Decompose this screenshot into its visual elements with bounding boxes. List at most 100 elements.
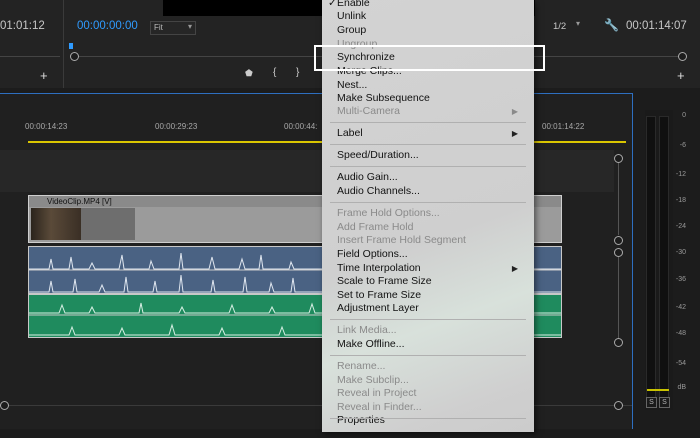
db-unit: dB (677, 384, 686, 391)
track-scroll-knob[interactable] (614, 338, 623, 347)
db-mark: -24 (675, 223, 686, 230)
fit-dropdown[interactable]: Fit ▾ (150, 21, 196, 35)
solo-button-right[interactable]: S (659, 397, 670, 408)
zoom-handle-left[interactable] (70, 52, 79, 61)
wrench-icon[interactable]: 🔧 (604, 18, 619, 32)
menu-item-label: Set to Frame Size (337, 289, 422, 301)
db-mark: -42 (675, 304, 686, 311)
db-mark: -48 (675, 330, 686, 337)
menu-item-time-interpolation[interactable]: Time Interpolation ▶ (337, 262, 527, 275)
menu-item-label: Make Subclip... (337, 374, 409, 386)
menu-separator (330, 418, 526, 419)
track-scroll-knob[interactable] (614, 236, 623, 245)
menu-item-group[interactable]: Group (337, 24, 527, 37)
menu-item-label: Insert Frame Hold Segment (337, 234, 466, 246)
menu-item-label: Enable (337, 0, 370, 9)
chevron-down-icon[interactable]: ▾ (576, 19, 580, 28)
menu-item-audio-gain[interactable]: Audio Gain... (337, 171, 527, 184)
menu-item-adjustment-layer[interactable]: Adjustment Layer (337, 302, 527, 315)
menu-item-label: Multi-Camera (337, 105, 401, 117)
ruler-label: 00:00:44: (284, 122, 318, 131)
submenu-arrow-icon: ▶ (511, 107, 518, 116)
meter-bar-right (659, 116, 669, 398)
submenu-arrow-icon: ▶ (511, 129, 518, 138)
scrub-track[interactable] (70, 56, 322, 57)
playhead-marker[interactable] (69, 43, 73, 49)
scrub-track-left[interactable] (0, 56, 60, 57)
clip-thumbnail (31, 208, 81, 240)
menu-item-set-to-frame-size[interactable]: Set to Frame Size (337, 289, 527, 302)
menu-separator (330, 144, 526, 145)
program-timecode-right: 00:01:14:07 (626, 20, 687, 32)
menu-item-field-options[interactable]: Field Options... (337, 248, 527, 261)
menu-item-label[interactable]: Label ▶ (337, 127, 527, 140)
db-mark: 0 (682, 112, 686, 119)
track-scroll-knob[interactable] (614, 248, 623, 257)
menu-item-label: Rename... (337, 360, 386, 372)
menu-item-label: Scale to Frame Size (337, 275, 432, 287)
menu-item-insert-frame-hold-segment: Insert Frame Hold Segment (337, 234, 527, 247)
vertical-scrollbar[interactable] (618, 163, 619, 235)
menu-item-add-frame-hold: Add Frame Hold (337, 221, 527, 234)
clip-thumbnail (81, 208, 135, 240)
panel-divider (63, 0, 64, 88)
menu-item-label: Field Options... (337, 248, 408, 260)
marker-icon[interactable]: ⬟ (245, 68, 253, 79)
menu-item-properties[interactable]: Properties (337, 414, 527, 427)
add-button-icon[interactable]: + (677, 68, 685, 83)
menu-item-label: Link Media... (337, 324, 397, 336)
meter-level (647, 389, 669, 391)
menu-item-enable[interactable]: ✓ Enable (328, 0, 527, 10)
menu-separator (330, 355, 526, 356)
resolution-dropdown[interactable]: 1/2 (553, 21, 566, 32)
program-timecode-left: 01:01:12 (0, 20, 45, 32)
menu-item-make-subclip: Make Subclip... (337, 374, 527, 387)
ruler-label: 00:01:14:22 (542, 122, 585, 131)
menu-item-label: Audio Gain... (337, 171, 398, 183)
ruler-label: 00:00:14:23 (25, 122, 68, 131)
menu-item-label: Reveal in Finder... (337, 401, 422, 413)
hscroll-knob-right[interactable] (614, 401, 623, 410)
menu-item-label: Group (337, 24, 367, 36)
submenu-arrow-icon: ▶ (511, 264, 518, 273)
menu-item-label: Reveal in Project (337, 387, 417, 399)
menu-item-reveal-in-finder: Reveal in Finder... (337, 401, 527, 414)
scrub-track-right[interactable] (534, 56, 679, 57)
menu-item-reveal-in-project: Reveal in Project (337, 387, 527, 400)
menu-item-make-offline[interactable]: Make Offline... (337, 338, 527, 351)
menu-item-label: Add Frame Hold (337, 221, 414, 233)
menu-item-scale-to-frame-size[interactable]: Scale to Frame Size (337, 275, 527, 288)
menu-item-unlink[interactable]: Unlink (337, 10, 527, 23)
menu-item-nest[interactable]: Nest... (337, 79, 527, 92)
menu-item-speed-duration[interactable]: Speed/Duration... (337, 149, 527, 162)
db-mark: -30 (675, 249, 686, 256)
add-button-icon[interactable]: + (40, 68, 48, 83)
video-clip-name: VideoClip.MP4 [V] (47, 197, 112, 206)
synchronize-highlight (314, 45, 545, 71)
hscroll-knob-left[interactable] (0, 401, 9, 410)
vertical-scrollbar[interactable] (618, 257, 619, 339)
menu-item-make-subsequence[interactable]: Make Subsequence (337, 92, 527, 105)
db-mark: -18 (675, 197, 686, 204)
solo-button-left[interactable]: S (646, 397, 657, 408)
checkmark-icon: ✓ (328, 0, 337, 9)
menu-item-label: Label (337, 127, 363, 139)
chevron-down-icon: ▾ (187, 22, 192, 31)
zoom-handle-right[interactable] (678, 52, 687, 61)
mark-in-icon[interactable]: { (273, 67, 276, 78)
track-scroll-knob[interactable] (614, 154, 623, 163)
menu-item-label: Nest... (337, 79, 368, 91)
menu-item-label: Make Subsequence (337, 92, 430, 104)
menu-item-label: Adjustment Layer (337, 302, 419, 314)
source-timecode[interactable]: 00:00:00:00 (77, 20, 138, 32)
mark-out-icon[interactable]: } (296, 67, 299, 78)
menu-item-label: Speed/Duration... (337, 149, 419, 161)
db-mark: -54 (675, 360, 686, 367)
horizontal-scrollbar[interactable] (0, 405, 632, 406)
db-mark: -36 (675, 276, 686, 283)
db-mark: -6 (679, 142, 686, 149)
meter-bar-left (646, 116, 656, 398)
menu-item-label: Audio Channels... (337, 185, 420, 197)
menu-item-audio-channels[interactable]: Audio Channels... (337, 185, 527, 198)
menu-separator (330, 122, 526, 123)
